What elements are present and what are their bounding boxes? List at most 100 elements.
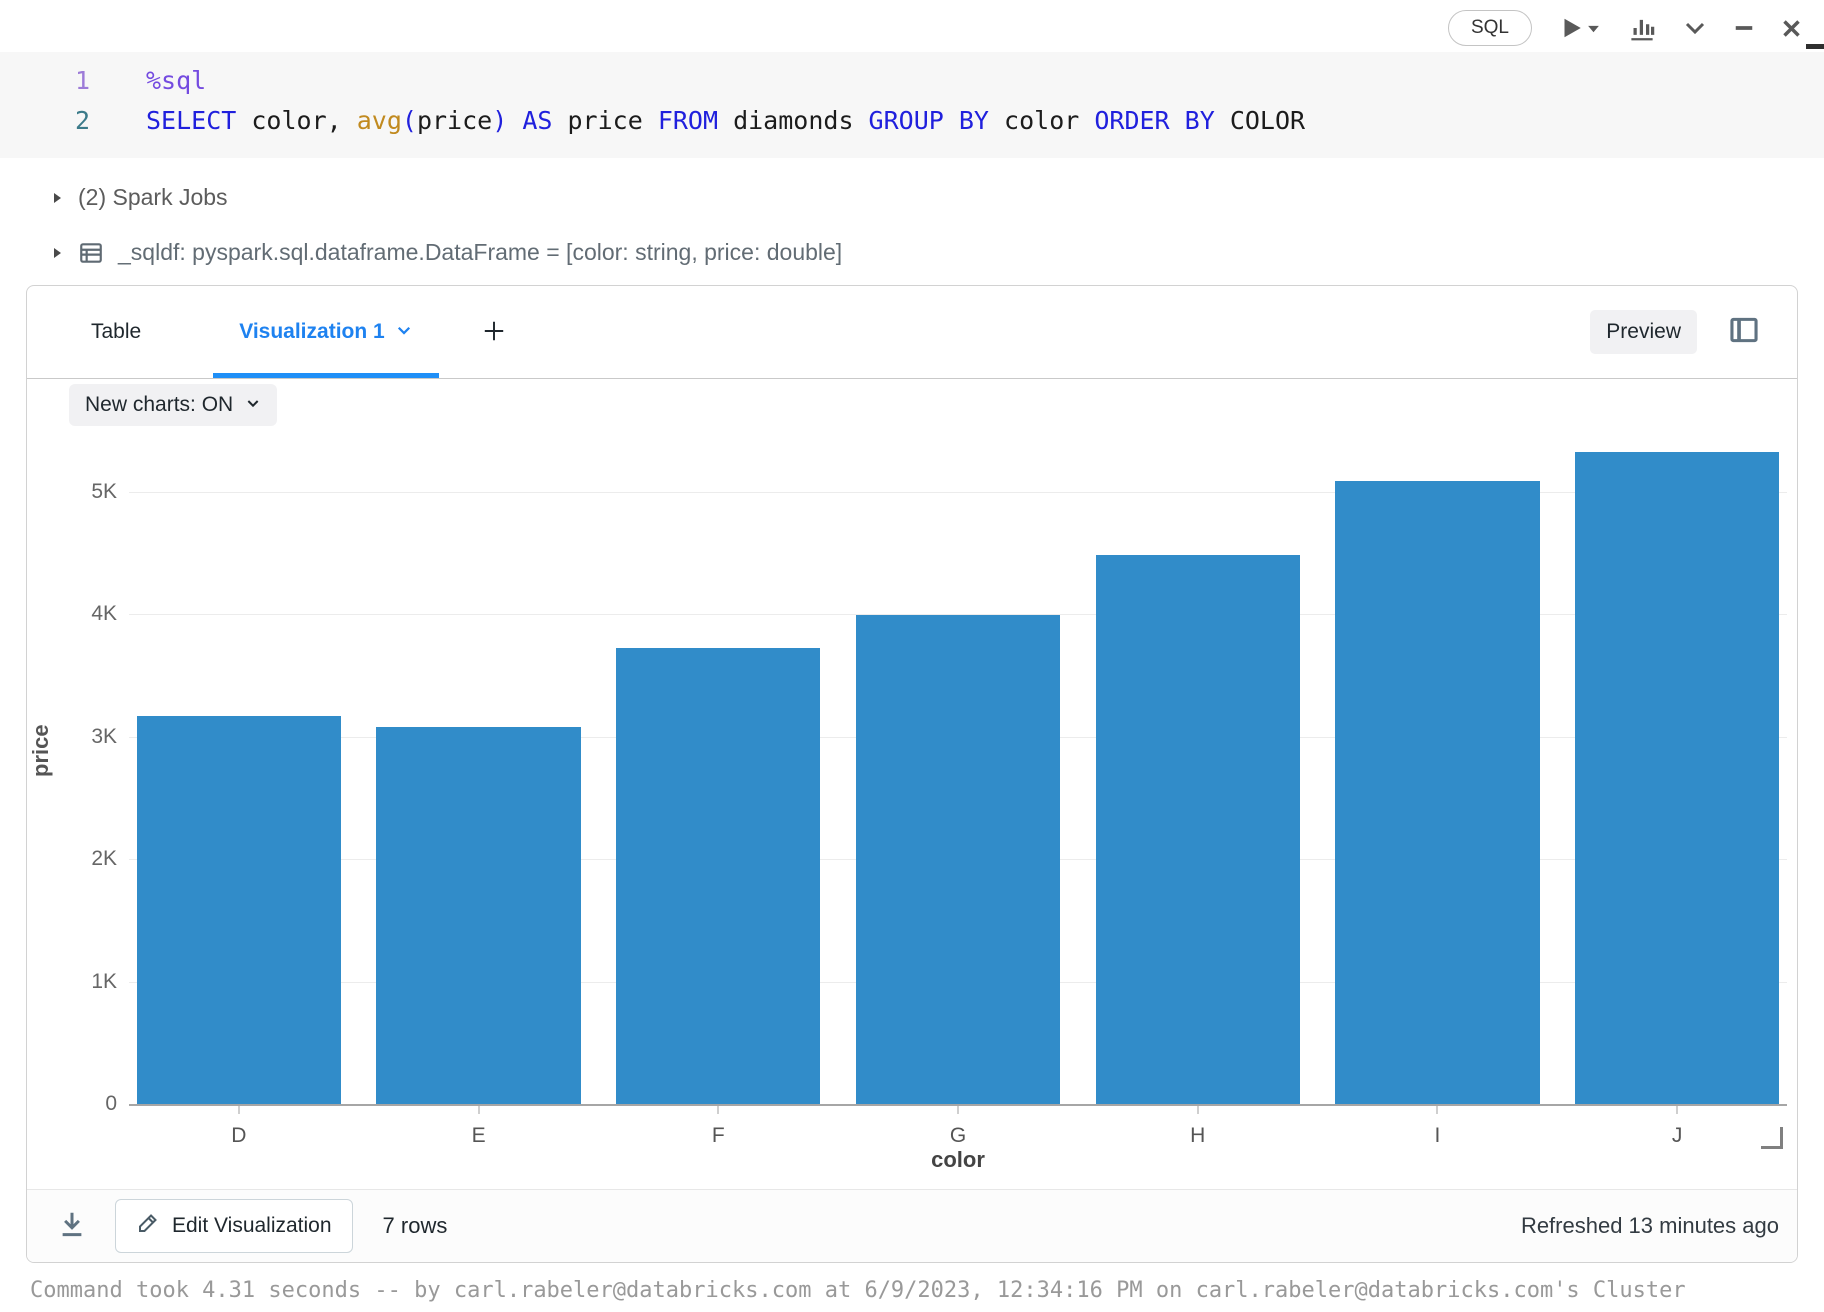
code-text: %sql: [146, 61, 206, 101]
run-caret-down-icon: [1586, 21, 1601, 36]
spark-jobs-label: (2) Spark Jobs: [78, 184, 228, 211]
x-slot: G: [848, 1106, 1068, 1148]
x-tick-label: D: [231, 1124, 246, 1148]
bar-slot: [1567, 452, 1787, 1104]
preview-label: Preview: [1606, 320, 1681, 344]
bar-slot: [369, 727, 589, 1104]
edit-visualization-label: Edit Visualization: [172, 1214, 332, 1238]
bar-slot: [848, 615, 1068, 1104]
new-charts-toggle[interactable]: New charts: ON: [69, 384, 277, 426]
download-results-button[interactable]: [57, 1209, 87, 1244]
disclosure-triangle-icon[interactable]: [50, 246, 64, 260]
bar-slot: [1328, 481, 1548, 1104]
x-tick-mark: [238, 1106, 240, 1114]
edit-visualization-button[interactable]: Edit Visualization: [115, 1199, 353, 1253]
bar-G[interactable]: [856, 615, 1060, 1104]
new-charts-label: New charts: ON: [85, 393, 233, 417]
close-cell-button[interactable]: [1781, 18, 1802, 39]
results-panel: Table Visualization 1 Preview New cha: [26, 285, 1798, 1263]
panel-layout-icon: [1727, 313, 1761, 352]
refreshed-timestamp: Refreshed 13 minutes ago: [1521, 1213, 1779, 1239]
x-tick-label: G: [950, 1124, 966, 1148]
x-axis-labels: D E F G H I J: [129, 1106, 1787, 1148]
bars-row: [129, 452, 1787, 1104]
bar-slot: [608, 648, 828, 1104]
bar-J[interactable]: [1575, 452, 1779, 1104]
spark-jobs-row: (2) Spark Jobs: [50, 184, 228, 211]
x-slot: J: [1567, 1106, 1787, 1148]
add-visualization-button[interactable]: [481, 286, 507, 378]
tab-table-label: Table: [91, 320, 141, 344]
bar-F[interactable]: [616, 648, 820, 1104]
x-tick-mark: [1676, 1106, 1678, 1114]
tab-visualization-label: Visualization 1: [239, 320, 385, 344]
x-tick-mark: [1436, 1106, 1438, 1114]
download-icon: [57, 1209, 87, 1244]
scrollbar-fragment: [1806, 44, 1824, 49]
notebook-cell: SQL 1 %sql 2 SELECT color, avg(price) AS pr…: [0, 0, 1824, 1312]
y-tick-label: 3K: [27, 725, 117, 749]
code-editor[interactable]: 1 %sql 2 SELECT color, avg(price) AS price …: [0, 52, 1824, 158]
chevron-down-icon: [395, 318, 413, 345]
bar-H[interactable]: [1096, 555, 1300, 1104]
x-slot: I: [1328, 1106, 1548, 1148]
cell-toolbar: SQL: [1448, 10, 1802, 46]
code-text: SELECT color, avg(price) AS price FROM d…: [146, 101, 1305, 141]
bar-D[interactable]: [137, 716, 341, 1104]
line-number: 2: [0, 101, 90, 141]
command-status: Command took 4.31 seconds -- by carl.rab…: [30, 1278, 1686, 1303]
x-tick-mark: [1197, 1106, 1199, 1114]
language-label: SQL: [1471, 17, 1509, 39]
minimize-cell-button[interactable]: [1733, 17, 1755, 39]
tab-visualization-1[interactable]: Visualization 1: [213, 286, 439, 378]
x-slot: H: [1088, 1106, 1308, 1148]
line-number: 1: [0, 61, 90, 101]
y-tick-label: 2K: [27, 847, 117, 871]
collapse-cell-button[interactable]: [1683, 16, 1707, 40]
results-tabbar: Table Visualization 1 Preview: [27, 286, 1797, 379]
y-tick-label: 5K: [27, 480, 117, 504]
sqldf-row: _sqldf: pyspark.sql.dataframe.DataFrame …: [50, 239, 842, 266]
bar-slot: [129, 716, 349, 1104]
tabbar-right-controls: Preview: [1590, 286, 1761, 378]
bar-chart-icon: [1627, 13, 1657, 43]
y-tick-label: 0: [27, 1092, 117, 1116]
run-cell-button[interactable]: [1558, 15, 1601, 41]
rows-count: 7 rows: [383, 1213, 448, 1239]
results-bottom-bar: Edit Visualization 7 rows Refreshed 13 m…: [27, 1189, 1797, 1262]
play-icon: [1558, 15, 1584, 41]
bar-slot: [1088, 555, 1308, 1104]
minus-icon: [1733, 17, 1755, 39]
y-tick-label: 4K: [27, 602, 117, 626]
x-tick-mark: [478, 1106, 480, 1114]
plus-icon: [481, 318, 507, 350]
chevron-down-icon: [245, 393, 261, 417]
language-selector[interactable]: SQL: [1448, 10, 1532, 46]
x-tick-mark: [957, 1106, 959, 1114]
x-slot: D: [129, 1106, 349, 1148]
y-tick-label: 1K: [27, 970, 117, 994]
x-tick-label: F: [712, 1124, 725, 1148]
sqldf-label: _sqldf: pyspark.sql.dataframe.DataFrame …: [118, 239, 842, 266]
x-slot: F: [608, 1106, 828, 1148]
bar-E[interactable]: [376, 727, 580, 1104]
disclosure-triangle-icon[interactable]: [50, 191, 64, 205]
chart-area: New charts: ON price color 01K2K3K4K5KDE…: [27, 379, 1797, 1191]
code-line[interactable]: 2 SELECT color, avg(price) AS price FROM …: [0, 101, 1824, 141]
x-slot: E: [369, 1106, 589, 1148]
code-line[interactable]: 1 %sql: [0, 61, 1824, 101]
x-tick-label: E: [472, 1124, 486, 1148]
x-tick-label: J: [1672, 1124, 1683, 1148]
chevron-down-icon: [1683, 16, 1707, 40]
x-tick-mark: [717, 1106, 719, 1114]
side-panel-toggle[interactable]: [1727, 313, 1761, 352]
bar-I[interactable]: [1335, 481, 1539, 1104]
pencil-icon: [136, 1211, 160, 1241]
close-icon: [1781, 18, 1802, 39]
x-tick-label: I: [1435, 1124, 1441, 1148]
preview-button[interactable]: Preview: [1590, 310, 1697, 354]
chart-icon-button[interactable]: [1627, 13, 1657, 43]
dataframe-table-icon: [78, 240, 104, 266]
tab-table[interactable]: Table: [91, 286, 141, 378]
x-tick-label: H: [1190, 1124, 1205, 1148]
